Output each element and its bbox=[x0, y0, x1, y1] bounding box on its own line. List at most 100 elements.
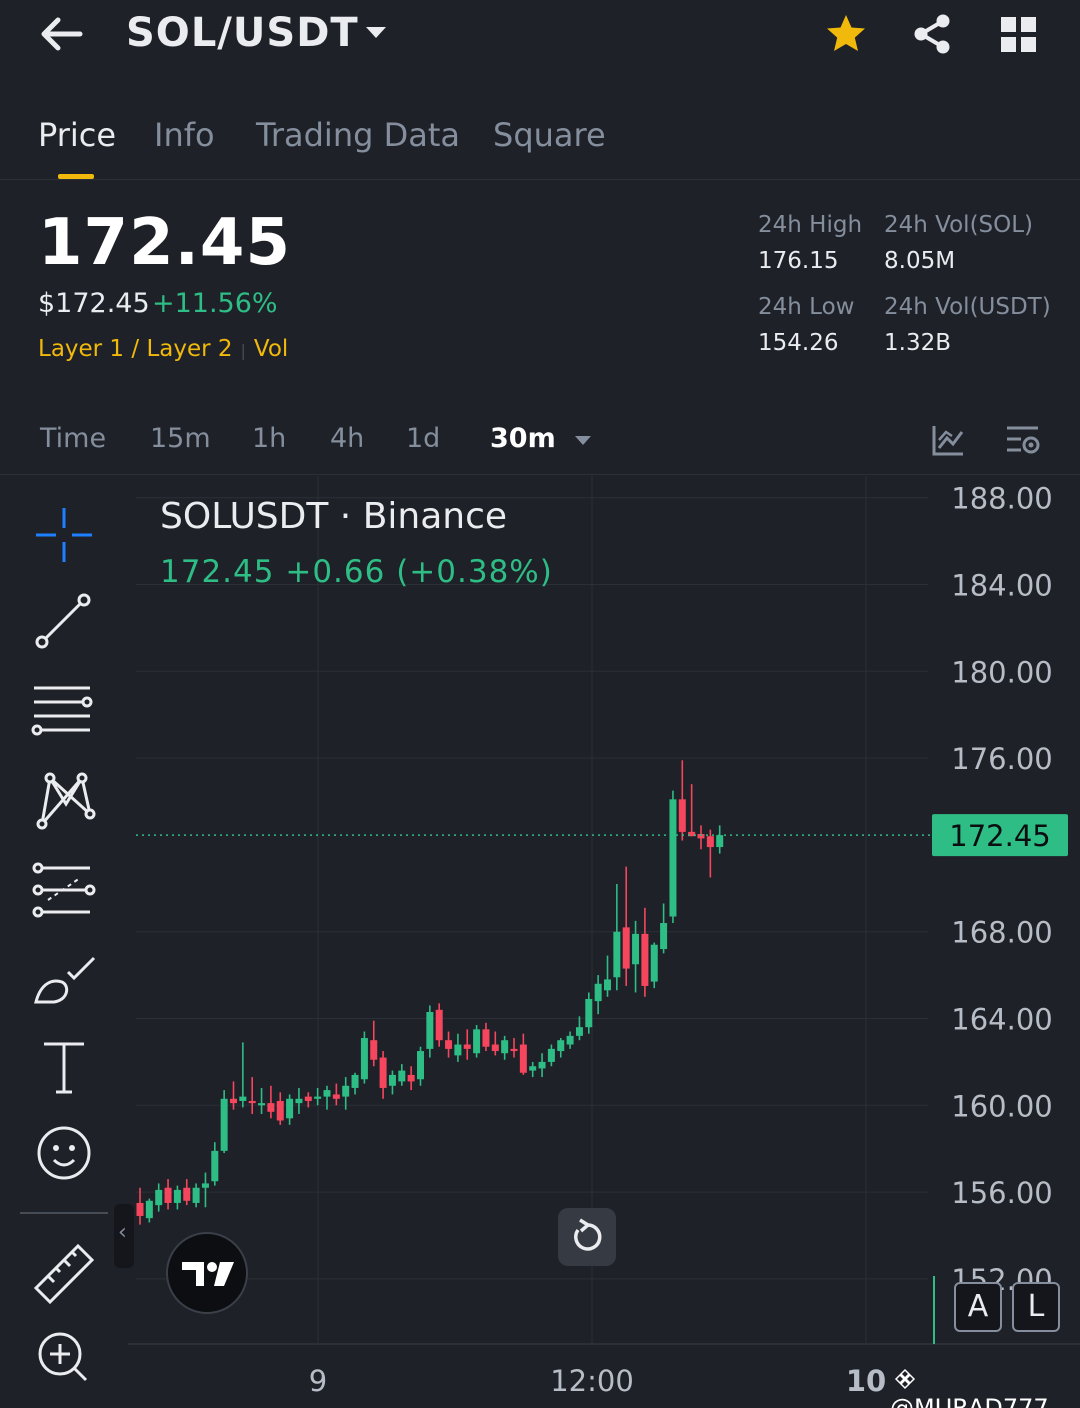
legend-last: 172.45 bbox=[160, 554, 275, 590]
interval-bar: Time 15m 1h 4h 1d 30m bbox=[0, 405, 1080, 475]
chart-settings-icon[interactable] bbox=[1004, 423, 1042, 457]
grid-icon[interactable] bbox=[998, 14, 1040, 56]
candle-body bbox=[258, 1103, 266, 1106]
y-tick-label: 168.00 bbox=[951, 916, 1052, 950]
caret-down-icon[interactable] bbox=[364, 22, 388, 42]
interval-selected[interactable]: 30m bbox=[490, 423, 556, 454]
legend-change: +0.66 bbox=[285, 554, 386, 590]
current-price-label: 172.45 bbox=[949, 819, 1050, 853]
reset-chart-button[interactable] bbox=[558, 1208, 616, 1266]
tag-vol[interactable]: Vol bbox=[254, 336, 288, 362]
candle-body bbox=[463, 1044, 471, 1049]
interval-1h[interactable]: 1h bbox=[252, 423, 286, 454]
tab-price[interactable]: Price bbox=[38, 116, 116, 154]
legend-change-pct: (+0.38%) bbox=[396, 554, 553, 590]
candle-body bbox=[482, 1029, 490, 1047]
candle-body bbox=[547, 1048, 555, 1062]
candle-body bbox=[594, 983, 602, 1002]
y-tick-label: 160.00 bbox=[951, 1089, 1052, 1123]
candle-body bbox=[183, 1187, 191, 1201]
candle-body bbox=[501, 1040, 509, 1054]
interval-1d[interactable]: 1d bbox=[406, 423, 440, 454]
candle-body bbox=[230, 1098, 237, 1104]
zoom-in-icon[interactable] bbox=[28, 1322, 100, 1392]
tab-trading-data[interactable]: Trading Data bbox=[256, 116, 460, 154]
candle-body bbox=[351, 1074, 359, 1088]
tab-info[interactable]: Info bbox=[154, 116, 215, 154]
candle-body bbox=[407, 1074, 415, 1082]
watermark-handle: @MURAD777 bbox=[890, 1394, 1049, 1408]
stat-high-label: 24h High bbox=[758, 212, 863, 238]
tradingview-logo[interactable] bbox=[166, 1232, 248, 1314]
candle-body bbox=[314, 1096, 322, 1099]
candle-body bbox=[276, 1100, 284, 1121]
back-arrow-icon[interactable] bbox=[36, 12, 86, 56]
caret-down-icon[interactable] bbox=[572, 433, 594, 449]
candle-body bbox=[136, 1202, 144, 1216]
candle-body bbox=[426, 1011, 434, 1049]
candlestick-chart[interactable]: 188.00 184.00 180.00 176.00 168.00 164.00 160.… bbox=[128, 476, 1080, 1408]
emoji-icon[interactable] bbox=[28, 1118, 100, 1188]
trend-line-icon[interactable] bbox=[28, 586, 100, 656]
y-tick-label: 188.00 bbox=[951, 482, 1052, 516]
tab-bar: Price Info Trading Data Square bbox=[0, 100, 1080, 180]
candle-body bbox=[398, 1070, 406, 1082]
auto-scale-button[interactable]: A bbox=[954, 1282, 1002, 1332]
candle-body bbox=[248, 1100, 256, 1104]
x-tick-label: 10 bbox=[846, 1364, 886, 1398]
stat-vol-usdt-value: 1.32B bbox=[884, 330, 951, 356]
text-icon[interactable] bbox=[28, 1032, 100, 1102]
indicator-icon[interactable] bbox=[930, 423, 966, 457]
stat-vol-sol-label: 24h Vol(SOL) bbox=[884, 212, 1034, 238]
brush-icon[interactable] bbox=[28, 946, 100, 1016]
candle-body bbox=[519, 1044, 527, 1073]
stat-low-value: 154.26 bbox=[758, 330, 839, 356]
pattern-icon[interactable] bbox=[28, 766, 100, 836]
pair-title[interactable]: SOL/USDT bbox=[126, 10, 359, 56]
candle-body bbox=[201, 1183, 209, 1188]
active-tab-indicator bbox=[58, 174, 94, 179]
y-tick-label: 156.00 bbox=[951, 1176, 1052, 1210]
star-icon[interactable] bbox=[824, 12, 868, 56]
candle-body bbox=[613, 931, 621, 978]
candle-body bbox=[192, 1187, 200, 1203]
chart-area[interactable]: 188.00 184.00 180.00 176.00 168.00 164.00 160.… bbox=[128, 476, 1080, 1408]
refresh-icon bbox=[574, 1218, 602, 1251]
tag-layer[interactable]: Layer 1 / Layer 2 bbox=[38, 336, 233, 362]
crosshair-icon[interactable] bbox=[28, 500, 100, 570]
horizontal-lines-icon[interactable] bbox=[28, 676, 100, 746]
candle-body bbox=[360, 1038, 368, 1080]
candle-body bbox=[286, 1098, 294, 1119]
y-tick-label: 164.00 bbox=[951, 1003, 1052, 1037]
candle-body bbox=[211, 1150, 219, 1182]
interval-4h[interactable]: 4h bbox=[330, 423, 364, 454]
candle-body bbox=[267, 1103, 275, 1112]
y-tick-label: 176.00 bbox=[951, 742, 1052, 776]
tradingview-icon bbox=[182, 1262, 234, 1286]
candle-body bbox=[510, 1048, 518, 1052]
x-tick-label: 12:00 bbox=[550, 1364, 634, 1398]
candle-body bbox=[304, 1096, 312, 1101]
candle-body bbox=[295, 1098, 303, 1104]
ruler-icon[interactable] bbox=[28, 1236, 100, 1306]
interval-15m[interactable]: 15m bbox=[150, 423, 211, 454]
interval-time[interactable]: Time bbox=[40, 423, 106, 454]
app-header: SOL/USDT bbox=[0, 0, 1080, 76]
log-scale-button[interactable]: L bbox=[1012, 1282, 1060, 1332]
chevron-left-icon: ‹ bbox=[118, 1220, 127, 1245]
candle-body bbox=[678, 799, 686, 832]
tab-square[interactable]: Square bbox=[493, 116, 606, 154]
binance-diamond-icon bbox=[894, 1368, 916, 1390]
candle-body bbox=[660, 923, 668, 950]
fib-icon[interactable] bbox=[28, 856, 100, 926]
candle-body bbox=[557, 1040, 565, 1052]
chart-symbol: SOLUSDT · Binance bbox=[160, 496, 508, 537]
price-change-percent: +11.56% bbox=[152, 288, 278, 319]
candle-body bbox=[435, 1009, 443, 1041]
share-icon[interactable] bbox=[910, 12, 954, 56]
y-tick-label: 184.00 bbox=[951, 569, 1052, 603]
candle-body bbox=[604, 979, 611, 991]
tag-row: Layer 1 / Layer 2 | Vol bbox=[38, 336, 289, 362]
candle-body bbox=[473, 1029, 481, 1054]
stat-vol-usdt-label: 24h Vol(USDT) bbox=[884, 294, 1051, 320]
